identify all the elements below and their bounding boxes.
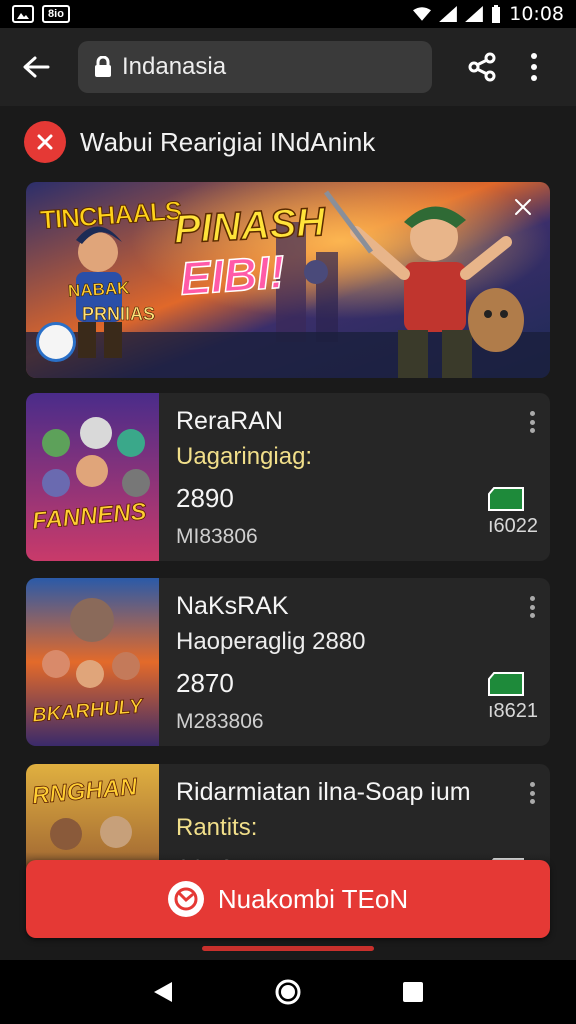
card-subtitle: Rantits: (176, 814, 258, 841)
battery-icon (492, 5, 501, 23)
more-vert-icon[interactable] (528, 782, 536, 804)
banner-main-subtitle: EIBI! (178, 245, 288, 306)
more-vert-icon[interactable] (528, 411, 536, 433)
card-title: RerаRAN (176, 407, 283, 435)
signal-icon (439, 6, 458, 22)
tag-icon (488, 487, 524, 511)
card-subtitle: Uagaringiag: (176, 443, 313, 470)
system-nav-bar (0, 960, 576, 1024)
coin-icon (36, 322, 76, 362)
banner-text-mid-left: NABAK (67, 278, 130, 301)
game-thumbnail: FANNENS (26, 393, 159, 561)
signal-icon (465, 6, 484, 22)
card-subtitle: Haoperaglig 2880 (176, 628, 366, 655)
nfc-box-icon: 8io (42, 5, 70, 23)
card-score: 2870 (176, 668, 234, 698)
back-triangle-icon[interactable] (143, 972, 183, 1012)
wifi-icon (413, 7, 432, 21)
nfc-label: 8io (48, 8, 64, 20)
list-item[interactable]: FANNENS RerаRAN Uagaringiag: 2890 MI8380… (26, 393, 550, 561)
scroll-indicator (202, 946, 374, 951)
share-icon[interactable] (466, 51, 498, 83)
url-text: Indanasia (122, 53, 227, 80)
more-vert-icon[interactable] (528, 51, 540, 83)
card-code: MI83806 (176, 525, 258, 548)
recents-square-icon[interactable] (393, 972, 433, 1012)
screen: 8io 10:08 Indanasia Wabui Rearigiai INdA… (0, 0, 576, 1024)
cta-label: Nuakombi TEoN (217, 883, 409, 914)
close-icon[interactable] (24, 121, 66, 163)
card-title: Ridarmiatan ilna-Soap ium (176, 778, 471, 806)
game-thumbnail: BKARHULY (26, 578, 159, 746)
clock-icon (167, 881, 204, 917)
image-icon (12, 5, 34, 23)
lock-icon (95, 56, 111, 77)
home-circle-icon[interactable] (268, 972, 308, 1012)
header-row: Wabui Rearigiai INdAnink (24, 118, 554, 166)
banner-text-low-left: PRNIIAS (82, 304, 156, 325)
list-item[interactable]: BKARHULY NaKsRAK Haoperaglig 2880 2870 M… (26, 578, 550, 746)
card-number: ı6022 (487, 515, 538, 537)
more-vert-icon[interactable] (528, 596, 536, 618)
primary-cta-button[interactable]: Nuakombi TEoN (26, 860, 550, 938)
app-bar: Indanasia (0, 28, 576, 106)
url-field[interactable]: Indanasia (78, 41, 432, 93)
card-title: NaKsRAK (176, 592, 289, 620)
page-title: Wabui Rearigiai INdAnink (80, 126, 376, 157)
tag-icon (488, 672, 524, 696)
status-bar: 8io 10:08 (0, 0, 576, 28)
close-icon[interactable] (508, 192, 538, 222)
card-score: 2890 (176, 483, 234, 513)
promo-banner[interactable]: TINCHAALS NABAK PRNIIAS PINASH EIBI! (26, 182, 550, 378)
card-code: M283806 (176, 710, 264, 733)
card-number: ı8621 (487, 700, 538, 722)
clock-time: 10:08 (509, 3, 564, 25)
banner-main-title: PINASH (172, 199, 327, 252)
back-arrow-icon[interactable] (16, 47, 56, 87)
